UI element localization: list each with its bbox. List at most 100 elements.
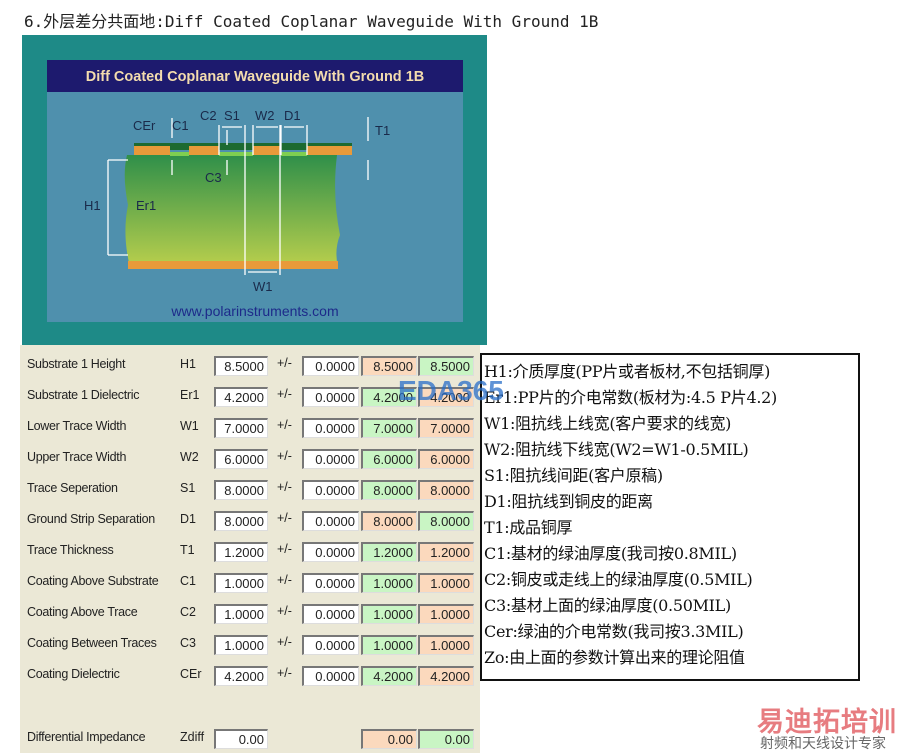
tolerance-field[interactable]: 0.0000 [302, 666, 359, 686]
tolerance-label: +/- [277, 511, 292, 525]
tolerance-label: +/- [277, 480, 292, 494]
note-line: C2:铜皮或走线上的绿油厚度(0.5MIL) [484, 570, 753, 589]
min-field: 8.0000 [361, 511, 417, 531]
tolerance-label: +/- [277, 387, 292, 401]
label-c1: C1 [172, 118, 189, 133]
min-field: 1.2000 [361, 542, 417, 562]
tolerance-label: +/- [277, 666, 292, 680]
diagram-title: Diff Coated Coplanar Waveguide With Grou… [86, 69, 424, 85]
row-label: Coating Dielectric [27, 667, 120, 681]
row-symbol: W1 [180, 419, 199, 433]
row-label: Lower Trace Width [27, 419, 127, 433]
param-row-s1: Trace Seperation S1 8.0000 +/- 0.0000 8.0000 8… [20, 478, 480, 500]
note-line: C3:基材上面的绿油厚度(0.50MIL) [484, 596, 731, 615]
value-field[interactable]: 1.0000 [214, 573, 268, 593]
stackup-diagram: Diff Coated Coplanar Waveguide With Grou… [22, 35, 487, 345]
row-symbol: C1 [180, 574, 196, 588]
min-field: 1.0000 [361, 635, 417, 655]
max-field: 1.2000 [418, 542, 474, 562]
note-line: H1:介质厚度(PP片或者板材,不包括铜厚) [484, 362, 771, 381]
value-field[interactable]: 8.0000 [214, 511, 268, 531]
left-ground-copper [134, 146, 170, 155]
zdiff-value-field[interactable]: 0.00 [214, 729, 268, 749]
note-line: Cer:绿油的介电常数(我司按3.3MIL) [484, 622, 744, 641]
row-symbol: C3 [180, 636, 196, 650]
note-line: C1:基材的绿油厚度(我司按0.8MIL) [484, 544, 737, 563]
label-er1: Er1 [136, 198, 156, 213]
min-field: 1.0000 [361, 573, 417, 593]
value-field[interactable]: 7.0000 [214, 418, 268, 438]
tolerance-field[interactable]: 0.0000 [302, 387, 359, 407]
row-symbol: T1 [180, 543, 195, 557]
row-label: Coating Between Traces [27, 636, 157, 650]
tolerance-field[interactable]: 0.0000 [302, 542, 359, 562]
tolerance-field[interactable]: 0.0000 [302, 418, 359, 438]
value-field[interactable]: 4.2000 [214, 387, 268, 407]
min-field: 8.5000 [361, 356, 417, 376]
tolerance-label: +/- [277, 542, 292, 556]
label-w2: W2 [255, 108, 275, 123]
trace-2 [253, 146, 281, 155]
row-symbol: D1 [180, 512, 196, 526]
row-label: Trace Thickness [27, 543, 114, 557]
note-line: T1:成品铜厚 [484, 518, 573, 537]
notes-box: H1:介质厚度(PP片或者板材,不包括铜厚) Er1:PP片的介电常数(板材为:4… [480, 353, 860, 681]
max-field: 8.5000 [418, 356, 474, 376]
row-symbol: H1 [180, 357, 196, 371]
param-row-c1: Coating Above Substrate C1 1.0000 +/- 0.0000… [20, 571, 480, 593]
param-row-c2: Coating Above Trace C2 1.0000 +/- 0.0000 1.00… [20, 602, 480, 624]
value-field[interactable]: 8.0000 [214, 480, 268, 500]
min-field: 4.2000 [361, 666, 417, 686]
label-cer: CEr [133, 118, 156, 133]
max-field: 7.0000 [418, 418, 474, 438]
row-label: Trace Seperation [27, 481, 118, 495]
label-w1: W1 [253, 279, 273, 294]
tolerance-field[interactable]: 0.0000 [302, 480, 359, 500]
value-field[interactable]: 8.5000 [214, 356, 268, 376]
row-label: Coating Above Substrate [27, 574, 159, 588]
max-field: 1.0000 [418, 635, 474, 655]
tolerance-label: +/- [277, 573, 292, 587]
tolerance-field[interactable]: 0.0000 [302, 604, 359, 624]
tolerance-field[interactable]: 0.0000 [302, 635, 359, 655]
value-field[interactable]: 1.0000 [214, 635, 268, 655]
max-field: 6.0000 [418, 449, 474, 469]
label-s1: S1 [224, 108, 240, 123]
row-symbol: Zdiff [180, 730, 205, 744]
row-symbol: Er1 [180, 388, 200, 402]
row-label: Differential Impedance [27, 730, 146, 744]
row-label: Upper Trace Width [27, 450, 127, 464]
result-row-zdiff: Differential Impedance Zdiff 0.00 0.00 0… [20, 727, 480, 749]
min-field: 7.0000 [361, 418, 417, 438]
param-row-d1: Ground Strip Separation D1 8.0000 +/- 0.0000… [20, 509, 480, 531]
note-line: D1:阻抗线到铜皮的距离 [484, 492, 653, 511]
tolerance-field[interactable]: 0.0000 [302, 356, 359, 376]
value-field[interactable]: 6.0000 [214, 449, 268, 469]
value-field[interactable]: 1.2000 [214, 542, 268, 562]
substrate [124, 155, 341, 267]
zdiff-max-field: 0.00 [418, 729, 474, 749]
value-field[interactable]: 1.0000 [214, 604, 268, 624]
row-symbol: S1 [180, 481, 196, 495]
row-symbol: CEr [180, 667, 202, 681]
ground-plane [128, 261, 338, 269]
row-label: Substrate 1 Height [27, 357, 126, 371]
max-field: 1.0000 [418, 604, 474, 624]
value-field[interactable]: 4.2000 [214, 666, 268, 686]
tolerance-label: +/- [277, 604, 292, 618]
row-symbol: C2 [180, 605, 196, 619]
right-ground-copper [307, 146, 352, 155]
tolerance-field[interactable]: 0.0000 [302, 449, 359, 469]
min-field: 1.0000 [361, 604, 417, 624]
tolerance-field[interactable]: 0.0000 [302, 573, 359, 593]
max-field: 8.0000 [418, 511, 474, 531]
tolerance-field[interactable]: 0.0000 [302, 511, 359, 531]
tolerance-label: +/- [277, 449, 292, 463]
row-label: Coating Above Trace [27, 605, 138, 619]
max-field: 4.2000 [418, 666, 474, 686]
note-line: Zo:由上面的参数计算出来的理论阻值 [484, 648, 745, 667]
row-label: Substrate 1 Dielectric [27, 388, 140, 402]
note-line: S1:阻抗线间距(客户原稿) [484, 466, 663, 485]
note-line: W2:阻抗线下线宽(W2=W1-0.5MIL) [484, 440, 749, 459]
tolerance-label: +/- [277, 418, 292, 432]
